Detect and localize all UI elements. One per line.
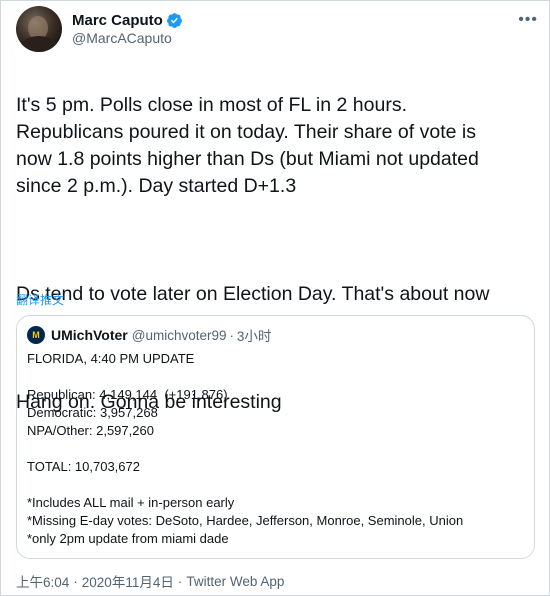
avatar-body <box>20 36 58 52</box>
tweet-meta: 上午6:04 · 2020年11月4日 · Twitter Web App <box>16 571 284 591</box>
quoted-avatar-logo: M <box>32 330 40 340</box>
verified-badge-icon <box>166 12 182 28</box>
quoted-line: Democratic: 3,957,268 <box>27 405 158 420</box>
translate-tweet-link[interactable]: 翻译推文 <box>16 291 64 308</box>
meta-separator: · <box>177 573 183 589</box>
more-options-icon[interactable]: ••• <box>518 11 538 29</box>
quoted-line <box>27 476 527 494</box>
quoted-line <box>27 368 527 386</box>
tweet-paragraph-1: It's 5 pm. Polls close in most of FL in … <box>16 94 479 197</box>
tweet-date[interactable]: 2020年11月4日 <box>82 571 174 591</box>
quoted-line <box>27 440 527 458</box>
quoted-line: NPA/Other: 2,597,260 <box>27 423 154 438</box>
quoted-tweet-body: FLORIDA, 4:40 PM UPDATE Republican: 4,14… <box>27 350 527 548</box>
quoted-timestamp: 3小时 <box>236 329 272 344</box>
quoted-line: FLORIDA, 4:40 PM UPDATE <box>27 351 195 366</box>
author-handle[interactable]: @MarcACaputo <box>72 30 172 46</box>
quoted-tweet[interactable]: M UMichVoter @umichvoter99 · 3小时 FLORIDA… <box>16 315 535 559</box>
author-display-name[interactable]: Marc Caputo <box>72 12 163 29</box>
quoted-separator: · <box>229 327 234 343</box>
tweet-paragraph-2: Ds tend to vote later on Election Day. T… <box>16 283 490 305</box>
quoted-author-handle: @umichvoter99 <box>131 327 227 343</box>
quoted-line: *only 2pm update from miami dade <box>27 531 229 546</box>
quoted-line: Republican: 4,149,144 (+191,876) <box>27 387 228 402</box>
tweet-time[interactable]: 上午6:04 <box>16 571 69 591</box>
tweet-source[interactable]: Twitter Web App <box>186 574 284 589</box>
meta-separator: · <box>73 573 78 589</box>
tweet-header: Marc Caputo @MarcACaputo ••• <box>16 6 538 52</box>
author-name-row: Marc Caputo <box>72 10 183 30</box>
author-avatar[interactable] <box>16 6 62 52</box>
quoted-line: *Includes ALL mail + in-person early <box>27 495 235 510</box>
quoted-author-avatar: M <box>27 326 45 344</box>
tweet-card: Marc Caputo @MarcACaputo ••• It's 5 pm. … <box>0 0 550 596</box>
quoted-author-name: UMichVoter <box>51 327 128 343</box>
quoted-line: *Missing E-day votes: DeSoto, Hardee, Je… <box>27 513 464 528</box>
quoted-line: TOTAL: 10,703,672 <box>27 459 140 474</box>
quoted-tweet-header: M UMichVoter @umichvoter99 · 3小时 <box>27 325 271 345</box>
